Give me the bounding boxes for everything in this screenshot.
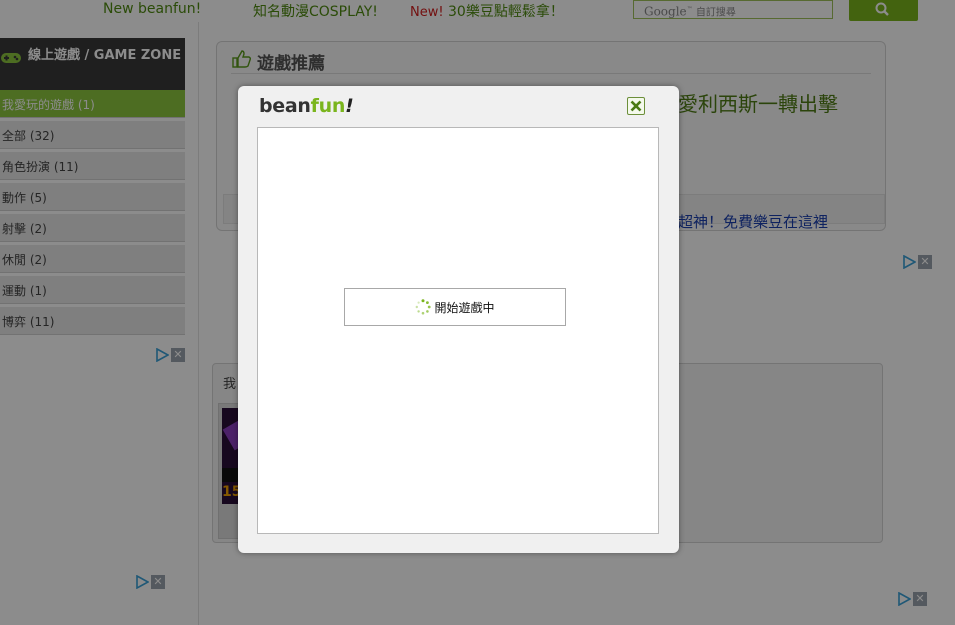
dialog-close-button[interactable] bbox=[627, 97, 645, 115]
loading-indicator: 開始遊戲中 bbox=[344, 288, 566, 326]
loading-text: 開始遊戲中 bbox=[434, 300, 495, 315]
spinner-icon bbox=[416, 299, 432, 315]
beanfun-logo: beanfun! bbox=[259, 95, 354, 117]
dialog-content: 開始遊戲中 bbox=[257, 127, 659, 534]
game-launch-dialog: beanfun! 開始遊戲中 bbox=[238, 86, 679, 553]
close-icon bbox=[630, 100, 642, 112]
